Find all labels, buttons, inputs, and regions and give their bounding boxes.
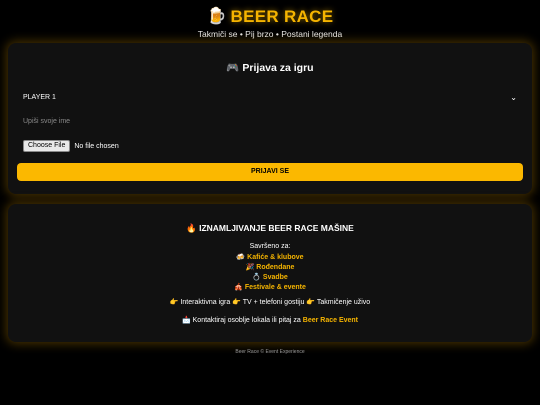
contact-line: 📩 Kontaktiraj osoblje lokala ili pitaj z… [8, 316, 532, 326]
event-label: Festivale & evente [244, 284, 306, 291]
events-list: 🍻 Kafiće & klubove 🎉 Rođendane 💍 Svadbe 🎪 Fe… [8, 253, 532, 293]
cheers-icon: 🍻 [236, 254, 246, 261]
gamepad-icon: 🎮 [226, 62, 240, 74]
event-label: Kafiće & klubove [247, 254, 304, 261]
tagline: Takmiči se • Pij brzo • Postani legenda [197, 29, 343, 39]
file-status: No file chosen [74, 142, 119, 150]
rental-title: 🔥 IZNAMLJIVANJE BEER RACE MAŠINE [186, 223, 354, 233]
event-item-birthdays: 🎉 Rođendane [8, 263, 532, 273]
name-input[interactable]: Upiši svoje ime [17, 115, 523, 128]
footer: Beer Race © Event Experience [235, 349, 305, 355]
perfect-for-label: Savršeno za: [249, 243, 291, 250]
event-item-weddings: 💍 Svadbe [8, 273, 532, 283]
contact-text: 📩 Kontaktiraj osoblje lokala ili pitaj z… [181, 317, 301, 324]
registration-card: 🎮 Prijava za igru PLAYER 1 ⌄ Upiši svoje… [8, 43, 532, 194]
event-link: Beer Race Event [302, 317, 359, 324]
header: 🍺 BEER RACE Takmiči se • Pij brzo • Post… [0, 0, 540, 40]
ring-icon: 💍 [252, 274, 261, 281]
player-select[interactable]: PLAYER 1 ⌄ [17, 90, 523, 104]
beer-mug-icon: 🍺 [206, 8, 227, 25]
event-item-cafes: 🍻 Kafiće & klubove [8, 253, 532, 263]
chevron-down-icon: ⌄ [510, 92, 517, 102]
file-upload: Choose File No file chosen [23, 140, 119, 152]
event-label: Rođendane [256, 264, 295, 271]
player-select-value: PLAYER 1 [23, 93, 56, 101]
app-title: BEER RACE [230, 7, 334, 26]
registration-title: 🎮 Prijava za igru [8, 61, 532, 75]
choose-file-button[interactable]: Choose File [23, 140, 71, 152]
brand: 🍺 BEER RACE [0, 6, 540, 28]
circus-tent-icon: 🎪 [234, 284, 243, 291]
registration-title-text: Prijava za igru [242, 62, 314, 74]
event-item-festivals: 🎪 Festivale & evente [8, 283, 532, 293]
event-label: Svadbe [262, 274, 288, 281]
submit-button[interactable]: PRIJAVI SE [17, 163, 523, 181]
rental-card: 🔥 IZNAMLJIVANJE BEER RACE MAŠINE Savršen… [8, 204, 532, 342]
name-input-placeholder: Upiši svoje ime [23, 118, 71, 125]
features-line: 👉 Interaktivna igra 👉 TV + telefoni gost… [169, 299, 371, 306]
party-popper-icon: 🎉 [245, 264, 255, 271]
